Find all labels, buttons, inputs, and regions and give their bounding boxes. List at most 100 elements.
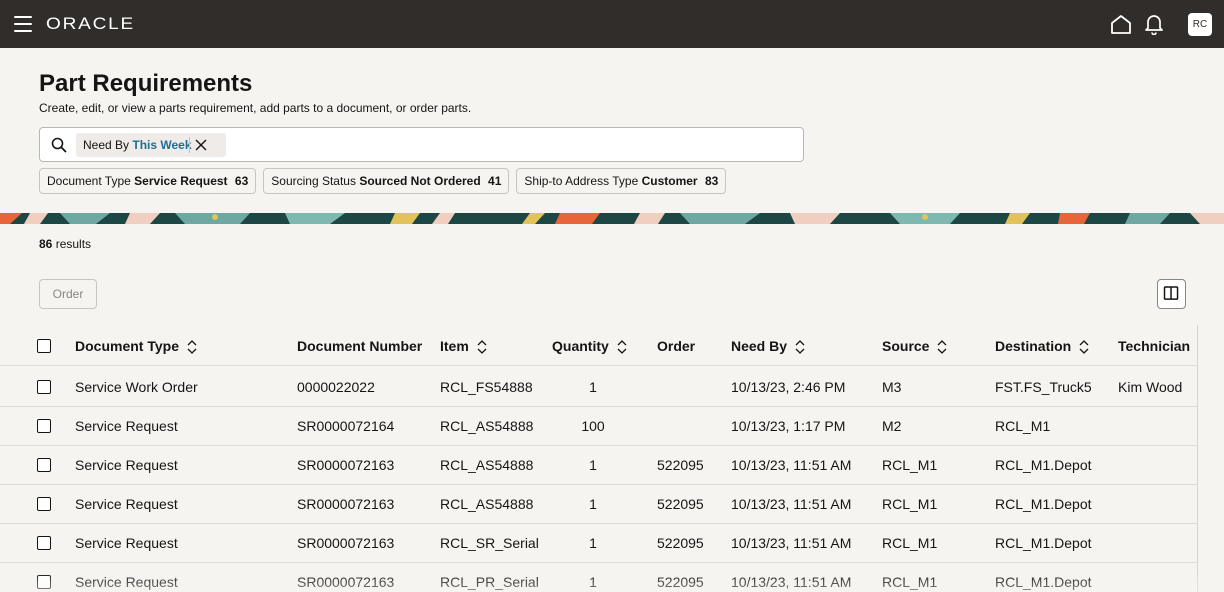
cell-source: M3 [882,379,902,395]
facet-value: Customer [641,174,698,188]
facet-value: Service Request [134,174,228,188]
facet-document-type[interactable]: Document Type Service Request 63 [39,168,257,194]
home-icon[interactable] [1110,14,1132,34]
results-label: results [55,237,92,251]
cell-order: 522095 [657,574,704,590]
cell-item: RCL_PR_Serial [440,574,539,590]
column-header-order[interactable]: Order [657,327,695,365]
cell-need-by: 10/13/23, 11:51 AM [731,496,852,512]
column-header-item[interactable]: Item [440,327,487,365]
facet-count: 83 [704,174,719,188]
cell-order: 522095 [657,457,704,473]
chip-divider [189,137,190,153]
cell-destination: RCL_M1 [995,418,1051,434]
cell-document-number: SR0000072163 [297,535,395,551]
cell-quantity: 100 [581,418,605,434]
cell-document-number: SR0000072163 [297,574,395,590]
facet-label: Sourcing Status [271,174,356,188]
filter-chip-need-by[interactable]: Need By This Week [76,133,226,157]
column-header-document-type[interactable]: Document Type [75,327,197,365]
table-row[interactable]: Service Request SR0000072163 RCL_AS54888 1 5… [0,446,1198,485]
facet-count: 63 [234,174,249,188]
table-row[interactable]: Service Request SR0000072163 RCL_AS54888 1 5… [0,485,1198,524]
facet-label: Ship-to Address Type [524,174,639,188]
user-avatar[interactable]: RC [1188,13,1212,36]
results-number: 86 [39,237,53,251]
page-title: Part Requirements [39,70,253,97]
cell-quantity: 1 [589,574,597,590]
close-icon[interactable] [194,138,208,152]
cell-item: RCL_AS54888 [440,418,534,434]
cell-document-type: Service Work Order [75,379,198,395]
column-header-need-by[interactable]: Need By [731,327,805,365]
column-header-technician[interactable]: Technician [1118,327,1190,365]
sort-icon[interactable] [937,340,947,355]
cell-need-by: 10/13/23, 1:17 PM [731,418,846,434]
hamburger-menu-icon[interactable] [14,16,32,32]
row-checkbox[interactable] [37,458,51,472]
table-row[interactable]: Service Request SR0000072163 RCL_PR_Serial… [0,563,1198,592]
facet-count: 41 [488,174,502,188]
cell-destination: FST.FS_Truck5 [995,379,1092,395]
cell-need-by: 10/13/23, 2:46 PM [731,379,846,395]
cell-need-by: 10/13/23, 11:51 AM [731,574,852,590]
top-bar: ORACLE RC [0,0,1224,48]
cell-document-type: Service Request [75,535,178,551]
oracle-logo[interactable]: ORACLE [46,14,135,34]
facet-ship-to-address-type[interactable]: Ship-to Address Type Customer 83 [516,168,727,194]
cell-document-type: Service Request [75,457,178,473]
row-checkbox[interactable] [37,380,51,394]
search-input[interactable]: Need By This Week [39,127,804,162]
cell-quantity: 1 [589,457,597,473]
cell-destination: RCL_M1.Depot [995,457,1092,473]
table-row[interactable]: Service Request SR0000072164 RCL_AS54888 10… [0,407,1198,446]
select-all-checkbox[interactable] [37,339,51,353]
cell-document-number: SR0000072163 [297,496,395,512]
cell-source: M2 [882,418,902,434]
facet-value: Sourced Not Ordered [359,174,481,188]
cell-technician: Kim Wood [1118,379,1183,395]
cell-order: 522095 [657,496,704,512]
cell-order: 522095 [657,535,704,551]
cell-need-by: 10/13/23, 11:51 AM [731,535,852,551]
column-header-source[interactable]: Source [882,327,947,365]
row-checkbox[interactable] [37,575,51,589]
column-header-destination[interactable]: Destination [995,327,1089,365]
cell-document-type: Service Request [75,496,178,512]
bell-icon[interactable] [1144,13,1164,35]
cell-item: RCL_AS54888 [440,496,534,512]
sort-icon[interactable] [617,340,627,355]
facet-label: Document Type [47,174,131,188]
table-row[interactable]: Service Work Order 0000022022 RCL_FS54888 1… [0,368,1198,407]
cell-item: RCL_AS54888 [440,457,534,473]
cell-document-number: SR0000072164 [297,418,395,434]
row-checkbox[interactable] [37,536,51,550]
cell-source: RCL_M1 [882,457,938,473]
order-button[interactable]: Order [39,279,97,309]
cell-destination: RCL_M1.Depot [995,574,1092,590]
cell-item: RCL_FS54888 [440,379,533,395]
filter-chip-value: This Week [132,138,192,152]
row-checkbox[interactable] [37,419,51,433]
table-header-row: Document Type Document Number Item Quant… [0,327,1198,366]
facet-sourcing-status[interactable]: Sourcing Status Sourced Not Ordered 41 [263,168,510,194]
column-header-quantity[interactable]: Quantity [552,327,627,365]
results-count: 86 results [39,237,91,251]
page-subtitle: Create, edit, or view a parts requiremen… [39,101,472,115]
sort-icon[interactable] [477,340,487,355]
cell-document-type: Service Request [75,418,178,434]
cell-source: RCL_M1 [882,535,938,551]
filter-chip-label: Need By [83,138,130,152]
cell-quantity: 1 [589,535,597,551]
sort-icon[interactable] [1079,340,1089,355]
cell-quantity: 1 [589,379,597,395]
sort-icon[interactable] [795,340,805,355]
sort-icon[interactable] [187,340,197,355]
search-icon [51,137,67,153]
table-row[interactable]: Service Request SR0000072163 RCL_SR_Serial… [0,524,1198,563]
column-settings-button[interactable] [1157,279,1186,309]
column-header-document-number[interactable]: Document Number [297,327,422,365]
row-checkbox[interactable] [37,497,51,511]
cell-document-number: 0000022022 [297,379,375,395]
facet-bar: Document Type Service Request 63 Sourcin… [39,168,727,194]
